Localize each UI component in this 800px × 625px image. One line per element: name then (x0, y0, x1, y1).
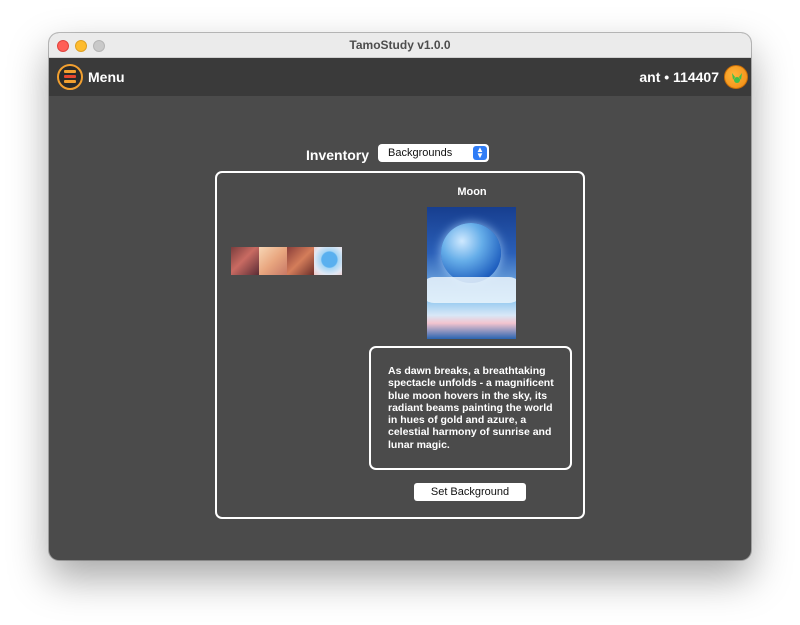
cloud-image (427, 277, 516, 303)
background-thumbnail[interactable] (286, 247, 315, 275)
background-preview-image (427, 207, 516, 339)
background-thumbnail[interactable] (258, 247, 287, 275)
moon-image (441, 223, 501, 283)
app-window: TamoStudy v1.0.0 Menu ant • 114407 Inven… (49, 33, 751, 560)
menu-label[interactable]: Menu (88, 69, 125, 85)
select-arrows-icon: ▲ ▼ (473, 146, 487, 160)
item-title: Moon (457, 186, 487, 198)
category-select[interactable]: Backgrounds ▲ ▼ (378, 144, 489, 162)
background-thumbnail-list (231, 247, 342, 275)
set-background-button[interactable]: Set Background (414, 483, 526, 501)
app-header: Menu ant • 114407 (49, 58, 751, 96)
item-description: As dawn breaks, a breathtaking spectacle… (388, 365, 554, 451)
window-title: TamoStudy v1.0.0 (349, 38, 451, 52)
background-thumbnail-selected[interactable] (314, 247, 342, 275)
pet-avatar-icon[interactable] (724, 65, 748, 89)
background-thumbnail[interactable] (231, 247, 259, 275)
inventory-panel: Moon As dawn breaks, a breathtaking spec… (215, 171, 585, 519)
user-balance: ant • 114407 (639, 69, 719, 85)
description-box: As dawn breaks, a breathtaking spectacle… (369, 346, 572, 470)
category-select-value: Backgrounds (388, 147, 453, 159)
inventory-label: Inventory (306, 147, 370, 163)
title-bar: TamoStudy v1.0.0 (49, 33, 751, 58)
menu-icon[interactable] (57, 64, 83, 90)
